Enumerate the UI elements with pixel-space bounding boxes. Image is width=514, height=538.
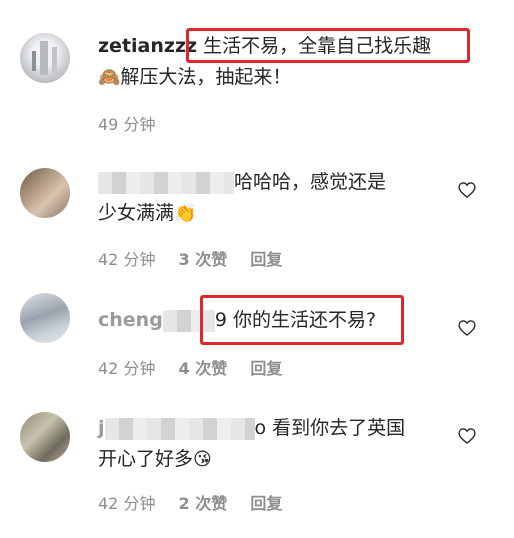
avatar[interactable] bbox=[20, 33, 70, 83]
likes-count[interactable]: 3 次赞 bbox=[179, 250, 228, 269]
comment-text-tail: o 看到你去了英国 bbox=[254, 417, 406, 439]
reply-button[interactable]: 回复 bbox=[250, 250, 282, 269]
comment-text: 哈哈哈，感觉还是 少女满满👏 bbox=[98, 167, 448, 229]
avatar[interactable] bbox=[20, 293, 70, 343]
username-partial[interactable]: j bbox=[98, 417, 105, 439]
heart-icon[interactable] bbox=[457, 318, 477, 338]
comment-4: j o 看到你去了英国 开心了好多😘 42 分钟 2 次赞 回复 bbox=[0, 400, 514, 538]
username-partial[interactable]: cheng bbox=[98, 309, 163, 331]
heart-icon[interactable] bbox=[457, 426, 477, 446]
comment-text: j o 看到你去了英国 开心了好多😘 bbox=[98, 413, 448, 475]
comment-2: 哈哈哈，感觉还是 少女满满👏 42 分钟 3 次赞 回复 bbox=[0, 150, 514, 285]
comment-meta: 42 分钟 2 次赞 回复 bbox=[98, 490, 300, 514]
timestamp[interactable]: 49 分钟 bbox=[98, 115, 155, 134]
comment-line2: 少女满满 bbox=[98, 202, 175, 224]
comment-meta: 42 分钟 4 次赞 回复 bbox=[98, 355, 300, 379]
timestamp[interactable]: 42 分钟 bbox=[98, 250, 155, 269]
avatar[interactable] bbox=[20, 168, 70, 218]
avatar-figure-icon bbox=[32, 41, 57, 75]
timestamp[interactable]: 42 分钟 bbox=[98, 359, 155, 378]
comment-meta: 42 分钟 3 次赞 回复 bbox=[98, 246, 300, 270]
reply-button[interactable]: 回复 bbox=[250, 359, 282, 378]
username-redacted[interactable] bbox=[98, 171, 234, 194]
comment-line1: 哈哈哈，感觉还是 bbox=[234, 171, 387, 193]
highlight-box bbox=[186, 28, 470, 63]
comment-meta: 49 分钟 bbox=[98, 111, 173, 135]
kiss-face-emoji-icon: 😘 bbox=[193, 449, 212, 470]
comment-line2: 解压大法，抽起来！ bbox=[120, 66, 292, 88]
comment-line2: 开心了好多 bbox=[98, 448, 194, 470]
clapping-hands-emoji-icon: 👏 bbox=[174, 203, 197, 224]
comment-1: zetianzzz 生活不易，全靠自己找乐趣 🙈解压大法，抽起来！ 49 分钟 bbox=[0, 0, 514, 150]
likes-count[interactable]: 4 次赞 bbox=[179, 359, 228, 378]
monkey-emoji-icon: 🙈 bbox=[98, 67, 121, 88]
username-redacted[interactable] bbox=[104, 417, 255, 440]
timestamp[interactable]: 42 分钟 bbox=[98, 494, 155, 513]
reply-button[interactable]: 回复 bbox=[250, 494, 282, 513]
heart-icon[interactable] bbox=[457, 180, 477, 200]
avatar[interactable] bbox=[20, 412, 70, 462]
likes-count[interactable]: 2 次赞 bbox=[179, 494, 228, 513]
highlight-box bbox=[200, 295, 404, 345]
username[interactable]: zetianzzz bbox=[98, 35, 197, 57]
